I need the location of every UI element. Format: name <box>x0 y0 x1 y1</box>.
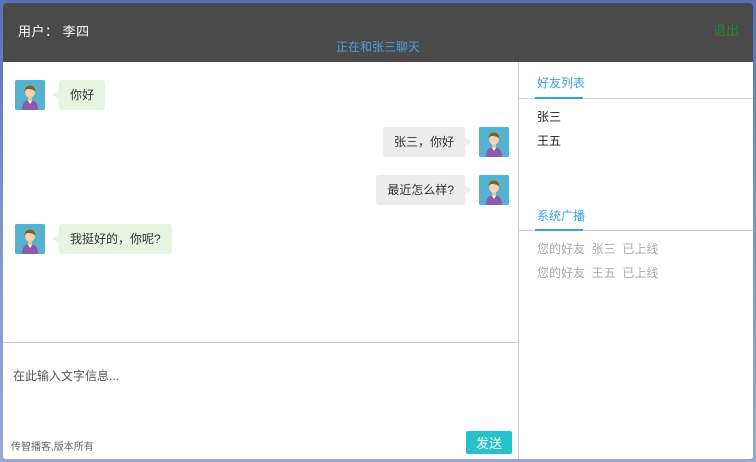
section-divider <box>519 229 753 231</box>
friend-item[interactable]: 王五 <box>537 132 561 149</box>
user-avatar-icon <box>479 127 509 157</box>
message-item: 我挺好的，你呢? <box>15 224 172 254</box>
composer: 传智播客,版本所有 发送 <box>3 342 518 459</box>
logout-link[interactable]: 退出 <box>713 20 739 39</box>
sidebar: 好友列表 张三 王五 系统广播 您的好友 张三 已上线 您的好友 王五 已上线 <box>519 62 753 459</box>
chat-status: 正在和张三聊天 <box>335 40 420 54</box>
header-bar: 用户： 李四 正在和张三聊天 退出 <box>3 3 753 62</box>
message-bubble: 最近怎么样? <box>376 175 471 205</box>
user-avatar-icon <box>479 175 509 205</box>
broadcast-item: 您的好友 张三 已上线 <box>537 242 659 256</box>
avatar <box>15 80 45 110</box>
message-item: 张三，你好 <box>382 127 509 157</box>
message-bubble: 我挺好的，你呢? <box>53 224 172 254</box>
section-accent <box>535 229 583 231</box>
message-input[interactable] <box>11 365 510 403</box>
avatar <box>479 127 509 157</box>
broadcast-item: 您的好友 王五 已上线 <box>537 266 659 280</box>
section-divider <box>519 97 753 99</box>
send-button[interactable]: 发送 <box>466 431 512 454</box>
section-accent <box>535 97 583 99</box>
message-item: 你好 <box>15 80 106 110</box>
broadcast-title: 系统广播 <box>537 209 586 223</box>
copyright-text: 传智播客,版本所有 <box>11 442 94 453</box>
chat-window: 用户： 李四 正在和张三聊天 退出 你好 张三，你好 最近怎么样? 我挺好的，你… <box>3 3 753 459</box>
message-bubble: 你好 <box>52 80 106 110</box>
message-bubble: 张三，你好 <box>382 127 472 157</box>
avatar <box>479 175 509 205</box>
message-list[interactable]: 你好 张三，你好 最近怎么样? 我挺好的，你呢? <box>3 62 518 342</box>
user-avatar-icon <box>15 224 45 254</box>
friend-item[interactable]: 张三 <box>537 108 561 125</box>
message-item: 最近怎么样? <box>376 175 509 205</box>
avatar <box>15 224 45 254</box>
user-avatar-icon <box>15 80 45 110</box>
friends-list-title: 好友列表 <box>537 76 586 90</box>
